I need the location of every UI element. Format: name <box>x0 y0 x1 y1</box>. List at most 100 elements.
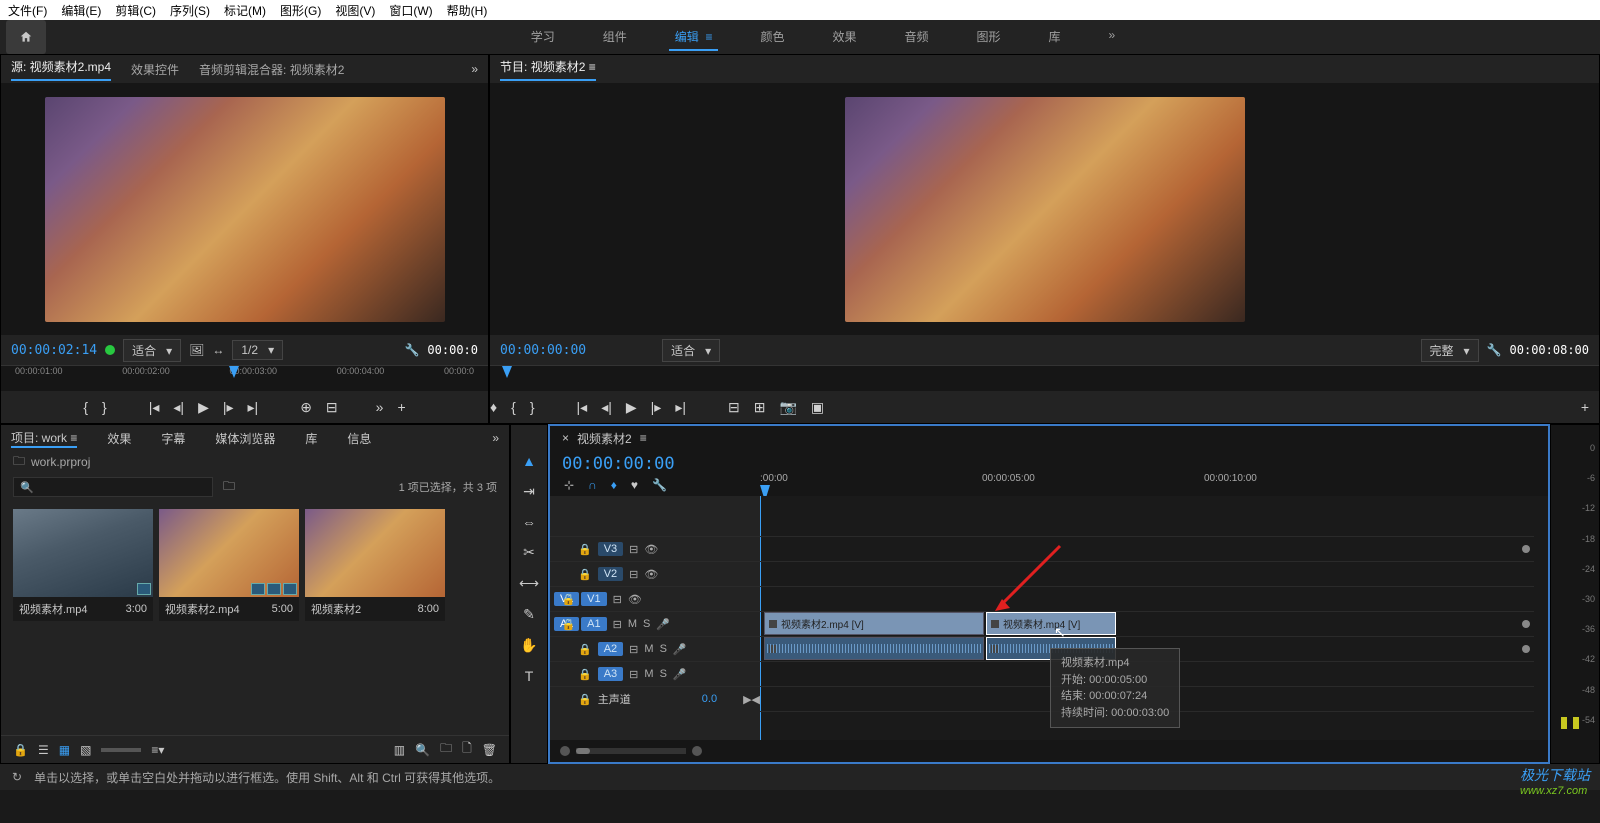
new-bin-icon[interactable]: 🗀 <box>440 739 452 760</box>
ws-overflow[interactable]: » <box>1103 24 1122 51</box>
zoom-slider[interactable] <box>101 748 141 752</box>
go-out-icon[interactable]: ▸| <box>675 399 686 416</box>
eye-icon[interactable]: ⊟ <box>629 543 638 556</box>
close-icon[interactable]: × <box>562 431 569 445</box>
program-fit-dropdown[interactable]: 适合 ▾ <box>662 339 720 362</box>
hand-tool-icon[interactable]: ✋ <box>520 637 537 654</box>
step-fwd-icon[interactable]: |▸ <box>223 399 234 416</box>
go-in-icon[interactable]: |◂ <box>149 399 160 416</box>
settings-icon[interactable]: 🔧 <box>652 478 667 492</box>
slip-tool-icon[interactable]: ⟷ <box>519 575 539 592</box>
mark-out-icon[interactable]: } <box>102 399 107 415</box>
lock-icon[interactable]: 🔒 <box>13 743 28 757</box>
snap-icon[interactable]: ⊹ <box>564 478 574 492</box>
source-fit-dropdown[interactable]: 适合 ▾ <box>123 339 181 362</box>
ws-color[interactable]: 颜色 <box>754 24 790 51</box>
source-timecode[interactable]: 00:00:02:14 <box>11 343 97 358</box>
source-ruler[interactable]: 00:00:01:00 00:00:02:00 00:00:03:00 00:0… <box>1 365 488 391</box>
lock-icon[interactable]: 🔒 <box>578 543 592 556</box>
type-tool-icon[interactable]: T <box>525 668 534 684</box>
comparison-icon[interactable]: ▣ <box>811 399 824 416</box>
extract-icon[interactable]: ⊞ <box>754 399 766 416</box>
menu-graphics[interactable]: 图形(G) <box>280 2 321 19</box>
new-bin-icon[interactable]: 🗀 <box>223 477 235 498</box>
hscroll[interactable] <box>576 748 686 754</box>
program-playhead[interactable] <box>502 366 512 378</box>
lock-icon[interactable]: 🔒 <box>578 643 592 656</box>
overflow-chevron-icon[interactable]: » <box>492 431 499 445</box>
effects-tab[interactable]: 效果 <box>107 430 131 447</box>
lift-icon[interactable]: ⊟ <box>728 399 740 416</box>
selection-tool-icon[interactable]: ▲ <box>522 453 536 469</box>
menu-marker[interactable]: 标记(M) <box>224 2 266 19</box>
ws-graphics[interactable]: 图形 <box>971 24 1007 51</box>
overflow-icon[interactable]: » <box>376 399 384 415</box>
list-view-icon[interactable]: ☰ <box>38 743 49 757</box>
lock-icon[interactable]: 🔒 <box>578 568 592 581</box>
libraries-tab[interactable]: 库 <box>305 430 317 447</box>
add-button-icon[interactable]: + <box>1581 399 1589 415</box>
ws-edit[interactable]: 编辑 ≡ <box>669 24 719 51</box>
loop-icon[interactable]: ↔ <box>212 343 224 357</box>
automate-icon[interactable]: ▥ <box>394 743 405 757</box>
audio-clip[interactable] <box>764 637 984 660</box>
ws-audio[interactable]: 音频 <box>899 24 935 51</box>
step-back-icon[interactable]: ◂| <box>173 399 184 416</box>
bin-item[interactable]: 视频素材.mp43:00 <box>13 509 153 621</box>
track-select-tool-icon[interactable]: ⇥ <box>523 483 535 500</box>
sync-lock-icon[interactable] <box>1522 545 1530 553</box>
insert-icon[interactable]: ⊕ <box>300 399 312 416</box>
bin-item[interactable]: 视频素材28:00 <box>305 509 445 621</box>
ws-assembly[interactable]: 组件 <box>597 24 633 51</box>
pen-tool-icon[interactable]: ✎ <box>523 606 535 623</box>
step-back-icon[interactable]: ◂| <box>601 399 612 416</box>
freeform-view-icon[interactable]: ▧ <box>80 743 91 757</box>
mark-out-icon[interactable]: } <box>530 399 535 415</box>
wrench-icon[interactable]: 🔧 <box>1487 343 1502 357</box>
project-search-input[interactable] <box>13 477 213 497</box>
step-fwd-icon[interactable]: |▸ <box>651 399 662 416</box>
project-tab[interactable]: 项目: work ≡ <box>11 429 77 448</box>
export-frame-icon[interactable]: 📷 <box>779 399 796 416</box>
menu-view[interactable]: 视图(V) <box>335 2 375 19</box>
marker-add-icon[interactable]: ♥ <box>631 478 638 492</box>
captions-tab[interactable]: 字幕 <box>161 430 185 447</box>
sequence-name[interactable]: 视频素材2 <box>577 430 632 447</box>
zoom-in-icon[interactable] <box>692 746 702 756</box>
lock-icon[interactable]: 🔒 <box>578 668 592 681</box>
menu-clip[interactable]: 剪辑(C) <box>115 2 156 19</box>
mark-in-icon[interactable]: { <box>511 399 516 415</box>
add-marker-icon[interactable]: ♦ <box>490 399 497 415</box>
video-clip-selected[interactable]: 视频素材.mp4 [V] <box>986 612 1116 635</box>
play-icon[interactable]: ▶ <box>626 399 637 416</box>
add-button-icon[interactable]: + <box>397 399 405 415</box>
timeline-timecode[interactable]: 00:00:00:00 <box>562 454 760 474</box>
audio-mixer-tab[interactable]: 音频剪辑混合器: 视频素材2 <box>199 61 344 78</box>
menu-file[interactable]: 文件(F) <box>8 2 47 19</box>
menu-window[interactable]: 窗口(W) <box>389 2 432 19</box>
sync-icon[interactable]: ↻ <box>12 770 22 784</box>
razor-tool-icon[interactable]: ✂ <box>523 544 535 561</box>
lock-icon[interactable]: 🔒 <box>561 593 575 606</box>
icon-view-icon[interactable]: ▦ <box>59 743 70 757</box>
program-timecode[interactable]: 00:00:00:00 <box>500 343 586 358</box>
menu-edit[interactable]: 编辑(E) <box>61 2 101 19</box>
play-icon[interactable]: ▶ <box>198 399 209 416</box>
lock-icon[interactable]: 🔒 <box>578 693 592 706</box>
program-ruler[interactable] <box>490 365 1599 391</box>
overflow-chevron-icon[interactable]: » <box>471 62 478 76</box>
source-zoom-dropdown[interactable]: 1/2 ▾ <box>232 340 283 360</box>
ws-learn[interactable]: 学习 <box>525 24 561 51</box>
delete-icon[interactable]: 🗑 <box>482 743 497 757</box>
lock-icon[interactable]: 🔒 <box>561 618 575 631</box>
track-area[interactable]: 视频素材2.mp4 [V] 视频素材.mp4 [V] ↖ <box>760 496 1548 740</box>
go-in-icon[interactable]: |◂ <box>577 399 588 416</box>
video-clip[interactable]: 视频素材2.mp4 [V] <box>764 612 984 635</box>
sort-icon[interactable]: ≡▾ <box>151 743 164 757</box>
new-item-icon[interactable]: 🗋 <box>462 739 472 760</box>
find-icon[interactable]: 🔍 <box>415 743 430 757</box>
menu-sequence[interactable]: 序列(S) <box>170 2 210 19</box>
program-quality-dropdown[interactable]: 完整 ▾ <box>1421 339 1479 362</box>
program-tab[interactable]: 节目: 视频素材2 ≡ <box>500 58 596 81</box>
zoom-out-icon[interactable] <box>560 746 570 756</box>
